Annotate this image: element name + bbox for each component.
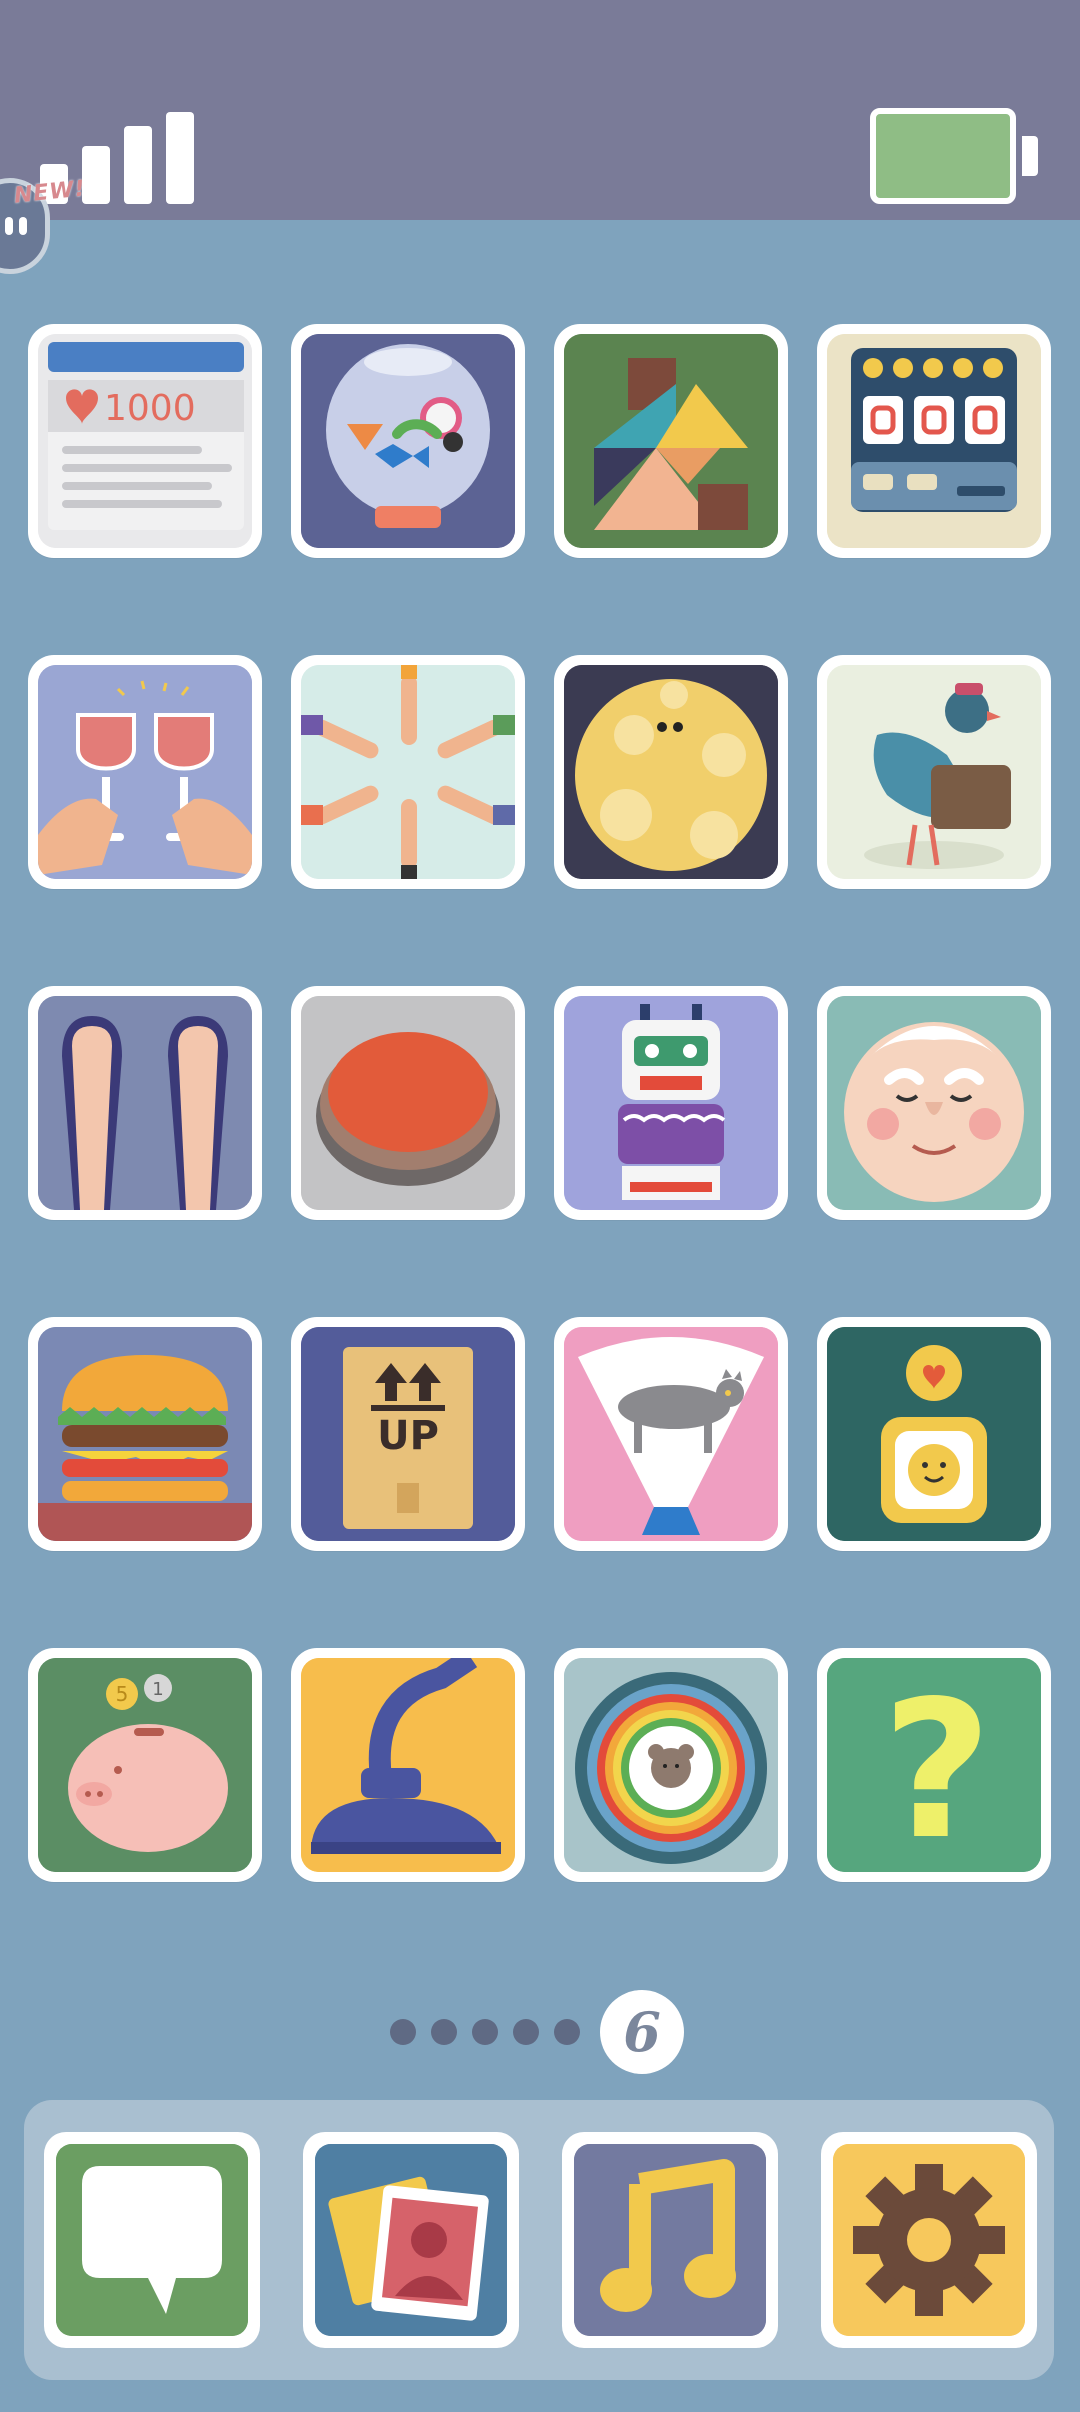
pendant-icon xyxy=(827,1327,1041,1541)
target-icon xyxy=(564,1658,778,1872)
app-tile-flip-flops[interactable] xyxy=(28,986,262,1220)
flip-flops-icon xyxy=(38,996,252,1210)
piggy-bank-icon: 5 1 xyxy=(38,1658,252,1872)
app-tile-pigeon[interactable] xyxy=(817,655,1051,889)
app-tile-hands-star[interactable] xyxy=(291,655,525,889)
old-man-face-icon xyxy=(827,996,1041,1210)
pigeon-icon xyxy=(827,665,1041,879)
app-tile-moon[interactable] xyxy=(554,655,788,889)
app-tile-target-bear[interactable] xyxy=(554,1648,788,1882)
photos-icon xyxy=(315,2144,507,2336)
page-dot[interactable] xyxy=(390,2019,416,2045)
app-tile-piggy-bank[interactable]: 5 1 xyxy=(28,1648,262,1882)
app-tile-cat-fan[interactable] xyxy=(554,1317,788,1551)
app-tile-pendant[interactable] xyxy=(817,1317,1051,1551)
moon-icon xyxy=(564,665,778,879)
coin-one: 1 xyxy=(152,1679,163,1700)
status-bar xyxy=(0,0,1080,220)
music-note-icon xyxy=(574,2144,766,2336)
speech-bubble-icon xyxy=(56,2144,248,2336)
gear-icon xyxy=(833,2144,1025,2336)
vacuum-icon xyxy=(301,1658,515,1872)
current-page-number: 6 xyxy=(600,1990,684,2074)
page-dot[interactable] xyxy=(513,2019,539,2045)
question-mark: ? xyxy=(882,1660,992,1872)
app-tile-mystery[interactable]: ? xyxy=(817,1648,1051,1882)
question-icon: ? xyxy=(827,1658,1041,1872)
app-tile-burger[interactable] xyxy=(28,1317,262,1551)
hands-circle-icon xyxy=(301,665,515,879)
box-icon: UP xyxy=(301,1327,515,1541)
app-tile-social-post[interactable]: 1000 xyxy=(28,324,262,558)
social-post-icon: 1000 xyxy=(38,334,252,548)
app-tile-tangram[interactable] xyxy=(554,324,788,558)
page-dot[interactable] xyxy=(554,2019,580,2045)
app-tile-fishbowl[interactable] xyxy=(291,324,525,558)
red-button-icon xyxy=(301,996,515,1210)
app-tile-vacuum[interactable] xyxy=(291,1648,525,1882)
app-tile-red-button[interactable] xyxy=(291,986,525,1220)
app-tile-toast[interactable] xyxy=(28,655,262,889)
likes-count: 1000 xyxy=(104,388,196,429)
coin-five: 5 xyxy=(116,1682,129,1706)
app-tile-totem[interactable] xyxy=(554,986,788,1220)
dock-settings-button[interactable] xyxy=(821,2132,1037,2348)
box-up-label: UP xyxy=(377,1413,439,1459)
fishbowl-icon xyxy=(301,334,515,548)
cat-fan-icon xyxy=(564,1327,778,1541)
dock-music-button[interactable] xyxy=(562,2132,778,2348)
dock-messages-button[interactable] xyxy=(44,2132,260,2348)
page-indicator: 6 xyxy=(0,1990,1080,2074)
burger-icon xyxy=(38,1327,252,1541)
totem-icon xyxy=(564,996,778,1210)
dock-photos-button[interactable] xyxy=(303,2132,519,2348)
page-dot[interactable] xyxy=(472,2019,498,2045)
battery-icon xyxy=(870,108,1038,208)
page-dot[interactable] xyxy=(431,2019,457,2045)
app-tile-slot-machine[interactable] xyxy=(817,324,1051,558)
app-tile-box-up[interactable]: UP xyxy=(291,1317,525,1551)
wine-glasses-icon xyxy=(38,665,252,879)
app-tile-grandpa[interactable] xyxy=(817,986,1051,1220)
slot-machine-icon xyxy=(827,334,1041,548)
tangram-icon xyxy=(564,334,778,548)
